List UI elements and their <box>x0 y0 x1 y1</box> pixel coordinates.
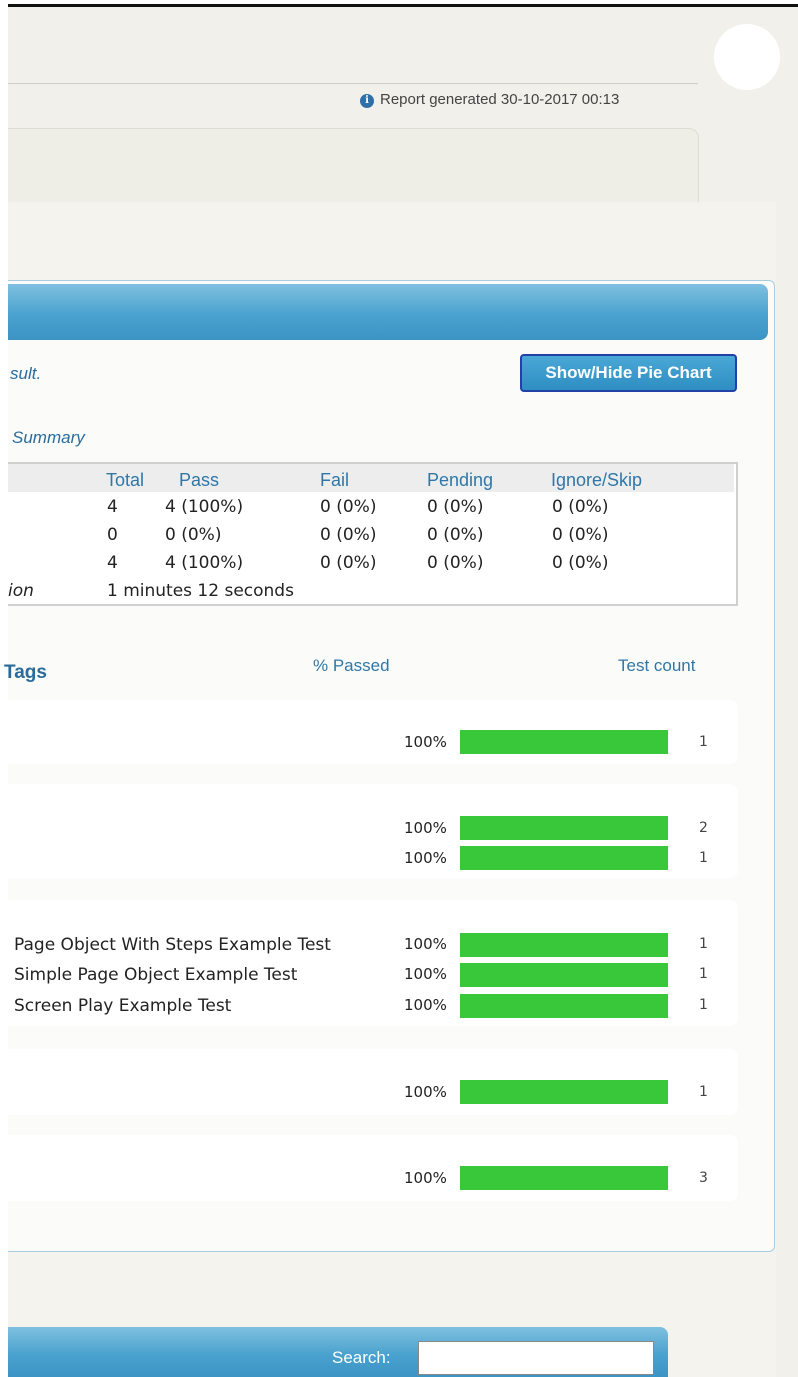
tag-progress-fill <box>460 963 668 987</box>
show-hide-pie-chart-button[interactable]: Show/Hide Pie Chart <box>520 354 737 392</box>
report-generated-text: Report generated 30-10-2017 00:13 <box>380 91 620 108</box>
duration-label: ion <box>8 581 34 601</box>
tag-progress-bar <box>460 1080 668 1104</box>
summary-col-ignore-skip: Ignore/Skip <box>551 470 643 490</box>
summary-cell: 4 <box>107 497 118 517</box>
tag-percent: 100% <box>404 1083 447 1101</box>
tag-progress-fill <box>460 846 668 870</box>
tag-test-count: 1 <box>699 997 708 1013</box>
tag-row-label[interactable]: Page Object With Steps Example Test <box>14 935 331 955</box>
tag-row-label[interactable]: Screen Play Example Test <box>14 996 231 1016</box>
summary-cell: 0 (0%) <box>552 525 609 545</box>
tag-percent: 100% <box>404 849 447 867</box>
tag-test-count: 2 <box>699 820 708 836</box>
header-divider <box>8 83 698 84</box>
summary-cell: 0 (0%) <box>165 525 222 545</box>
summary-col-total: Total <box>106 470 145 490</box>
tag-progress-bar <box>460 730 668 754</box>
summary-cell: 4 (100%) <box>165 497 244 517</box>
tag-test-count: 3 <box>699 1170 708 1186</box>
tag-progress-fill <box>460 1080 668 1104</box>
search-input[interactable] <box>418 1341 654 1375</box>
info-icon: i <box>360 94 374 108</box>
tag-test-count: 1 <box>699 1084 708 1100</box>
tag-percent: 100% <box>404 819 447 837</box>
tag-test-count: 1 <box>699 734 708 750</box>
summary-cell: 0 (0%) <box>552 553 609 573</box>
summary-cell: 0 <box>107 525 118 545</box>
summary-cell: 0 (0%) <box>552 497 609 517</box>
summary-cell: 0 (0%) <box>427 553 484 573</box>
tag-progress-bar <box>460 816 668 840</box>
header-box <box>8 128 699 210</box>
summary-cell: 0 (0%) <box>320 497 377 517</box>
tag-row-label[interactable]: Simple Page Object Example Test <box>14 965 297 985</box>
summary-cell: 4 (100%) <box>165 553 244 573</box>
tags-title: Tags <box>4 662 47 683</box>
tag-progress-fill <box>460 933 668 957</box>
test-count-header[interactable]: Test count <box>618 656 696 676</box>
percent-passed-header[interactable]: % Passed <box>313 656 390 676</box>
summary-title: Summary <box>12 428 85 447</box>
report-generated: i Report generated 30-10-2017 00:13 <box>360 91 619 108</box>
tag-percent: 100% <box>404 965 447 983</box>
summary-cell: 4 <box>107 553 118 573</box>
tag-progress-bar <box>460 933 668 957</box>
tag-progress-fill <box>460 1166 668 1190</box>
tag-progress-fill <box>460 994 668 1018</box>
left-edge <box>0 0 8 1377</box>
result-text: sult. <box>10 364 42 383</box>
tag-percent: 100% <box>404 1169 447 1187</box>
summary-cell: 0 (0%) <box>320 553 377 573</box>
summary-col-pending: Pending <box>427 470 494 490</box>
summary-cell: 0 (0%) <box>320 525 377 545</box>
tag-test-count: 1 <box>699 936 708 952</box>
tag-progress-fill <box>460 730 668 754</box>
summary-cell: 0 (0%) <box>427 525 484 545</box>
top-border <box>8 4 798 7</box>
summary-col-fail: Fail <box>320 470 350 490</box>
avatar[interactable] <box>714 24 780 90</box>
tag-progress-fill <box>460 816 668 840</box>
search-label: Search: <box>332 1348 391 1367</box>
tag-progress-bar <box>460 846 668 870</box>
tag-test-count: 1 <box>699 850 708 866</box>
tag-progress-bar <box>460 994 668 1018</box>
summary-col-pass: Pass <box>179 470 220 490</box>
panel-header <box>8 284 768 340</box>
tag-percent: 100% <box>404 996 447 1014</box>
duration-value: 1 minutes 12 seconds <box>107 581 294 601</box>
summary-cell: 0 (0%) <box>427 497 484 517</box>
tag-percent: 100% <box>404 935 447 953</box>
tag-test-count: 1 <box>699 966 708 982</box>
tag-percent: 100% <box>404 733 447 751</box>
tag-progress-bar <box>460 1166 668 1190</box>
tag-progress-bar <box>460 963 668 987</box>
